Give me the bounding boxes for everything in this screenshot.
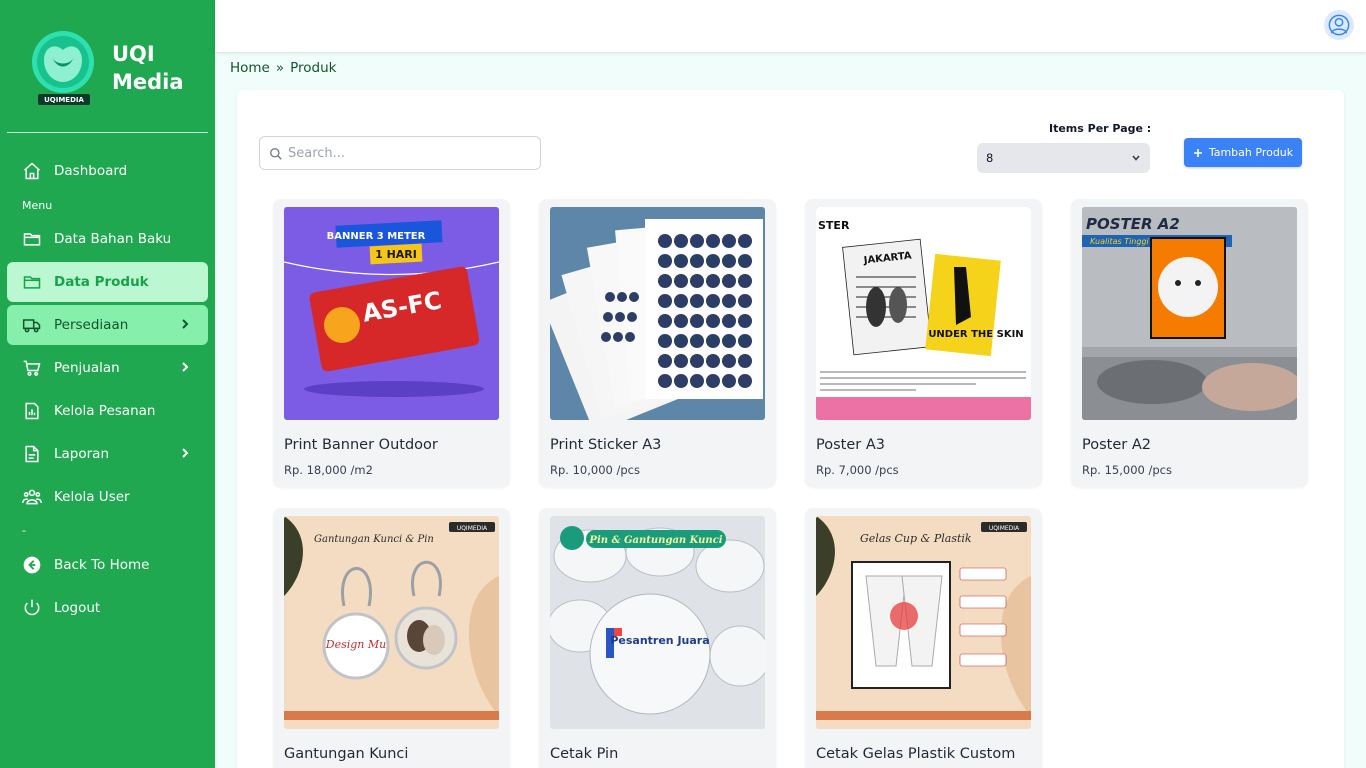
cart-icon (22, 358, 42, 378)
product-card[interactable]: Print Sticker A3 Rp. 10,000 /pcs (539, 199, 776, 487)
topbar (215, 0, 1366, 52)
product-card[interactable]: STER JAKARTA UNDER THE SKIN Poster A3 Rp… (805, 199, 1042, 487)
product-card[interactable]: Gantungan Kunci & Pin UQIMEDIA Design Mu… (273, 508, 510, 768)
breadcrumb-home[interactable]: Home (230, 60, 270, 76)
svg-text:BANNER 3 METER: BANNER 3 METER (327, 231, 426, 242)
users-icon (22, 487, 42, 507)
svg-text:Pesantren Juara: Pesantren Juara (610, 634, 709, 647)
product-card[interactable]: POSTER A2 Kualitas Tinggi - UV Poster A2… (1071, 199, 1308, 487)
breadcrumb-current: Produk (290, 60, 337, 76)
breadcrumb: Home » Produk (230, 60, 337, 76)
svg-text:UQIMEDIA: UQIMEDIA (457, 525, 488, 532)
chevron-right-icon (182, 319, 189, 329)
product-image: BANNER 3 METER 1 HARI AS-FC (284, 207, 499, 420)
product-price: Rp. 18,000 /m2 (284, 463, 373, 477)
chevron-down-icon (1132, 155, 1140, 161)
folder-icon (22, 229, 42, 249)
sidebar-item-persediaan[interactable]: Persediaan (7, 305, 208, 345)
sidebar-item-label: Data Produk (54, 274, 149, 290)
arrow-left-circle-icon (22, 555, 42, 575)
sidebar-item-back-to-home[interactable]: Back To Home (7, 545, 208, 585)
product-price: Rp. 7,000 /pcs (816, 463, 899, 477)
sidebar-item-label: Laporan (54, 446, 110, 462)
product-price: Rp. 10,000 /pcs (550, 463, 640, 477)
home-icon (22, 161, 42, 181)
items-per-page-label: Items Per Page : (1049, 122, 1152, 135)
sidebar-item-label: Data Bahan Baku (54, 231, 172, 247)
power-icon (22, 598, 42, 618)
sidebar: UQIMEDIA UQI Media Dashboard Menu Data B… (0, 0, 215, 768)
sidebar-item-data-produk[interactable]: Data Produk (7, 262, 208, 302)
sidebar-separator: - (22, 524, 26, 537)
sidebar-section-label: Menu (22, 199, 53, 212)
user-avatar[interactable] (1324, 10, 1354, 40)
sidebar-item-kelola-pesanan[interactable]: Kelola Pesanan (7, 391, 208, 431)
sidebar-item-kelola-user[interactable]: Kelola User (7, 477, 208, 517)
breadcrumb-separator: » (275, 60, 285, 76)
plus-icon (1193, 148, 1202, 157)
chevron-right-icon (182, 362, 189, 372)
search-icon (270, 148, 282, 160)
svg-text:1 HARI: 1 HARI (375, 248, 417, 261)
svg-text:Gantungan Kunci & Pin: Gantungan Kunci & Pin (314, 534, 434, 545)
sidebar-item-label: Logout (54, 600, 101, 616)
svg-text:UNDER THE SKIN: UNDER THE SKIN (928, 329, 1023, 340)
svg-text:UQIMEDIA: UQIMEDIA (989, 525, 1020, 532)
user-icon (1328, 14, 1350, 36)
product-image: Gantungan Kunci & Pin UQIMEDIA Design Mu (284, 516, 499, 729)
product-panel: Items Per Page : 8 Tambah Produk BANNER … (237, 90, 1344, 768)
items-per-page-value: 8 (986, 151, 994, 165)
product-card[interactable]: Gelas Cup & Plastik UQIMEDIA Cetak Gelas… (805, 508, 1042, 768)
sidebar-item-logout[interactable]: Logout (7, 588, 208, 628)
sidebar-item-penjualan[interactable]: Penjualan (7, 348, 208, 388)
product-card[interactable]: BANNER 3 METER 1 HARI AS-FC Print Banner… (273, 199, 510, 487)
add-product-label: Tambah Produk (1208, 146, 1294, 159)
brand[interactable]: UQIMEDIA UQI Media (32, 30, 212, 110)
product-image: Pin & Gantungan Kunci Pesantren Juara (550, 516, 765, 729)
truck-icon (22, 315, 42, 335)
search-box[interactable] (259, 136, 541, 170)
chevron-right-icon (182, 448, 189, 458)
sidebar-item-label: Dashboard (54, 163, 128, 179)
product-name: Cetak Pin (550, 746, 619, 762)
product-image: Gelas Cup & Plastik UQIMEDIA (816, 516, 1031, 729)
report-icon (22, 401, 42, 421)
sidebar-item-label: Back To Home (54, 557, 150, 573)
sidebar-item-data-bahan-baku[interactable]: Data Bahan Baku (7, 219, 208, 259)
product-name: Print Sticker A3 (550, 437, 662, 453)
items-per-page-select[interactable]: 8 (977, 143, 1150, 173)
svg-text:Gelas Cup & Plastik: Gelas Cup & Plastik (860, 532, 972, 545)
product-image (550, 207, 765, 420)
product-image: STER JAKARTA UNDER THE SKIN (816, 207, 1031, 420)
svg-text:Design Mu: Design Mu (325, 638, 386, 651)
sidebar-item-label: Kelola User (54, 489, 130, 505)
product-price: Rp. 15,000 /pcs (1082, 463, 1172, 477)
sidebar-item-dashboard[interactable]: Dashboard (7, 151, 208, 191)
svg-text:POSTER A2: POSTER A2 (1086, 215, 1180, 233)
svg-text:Pin & Gantungan Kunci: Pin & Gantungan Kunci (588, 535, 722, 546)
document-icon (22, 444, 42, 464)
product-name: Gantungan Kunci (284, 746, 409, 762)
divider (7, 132, 208, 133)
brand-logo-text: UQIMEDIA (44, 96, 84, 104)
svg-text:STER: STER (818, 219, 850, 232)
search-input[interactable] (288, 145, 528, 161)
sidebar-item-label: Penjualan (54, 360, 120, 376)
add-product-button[interactable]: Tambah Produk (1184, 138, 1302, 167)
brand-logo: UQIMEDIA (32, 30, 96, 106)
product-name: Print Banner Outdoor (284, 437, 438, 453)
brand-name: UQI Media (112, 42, 184, 94)
product-name: Cetak Gelas Plastik Custom (816, 746, 1016, 762)
sidebar-item-laporan[interactable]: Laporan (7, 434, 208, 474)
product-card[interactable]: Pin & Gantungan Kunci Pesantren Juara Ce… (539, 508, 776, 768)
product-name: Poster A2 (1082, 437, 1151, 453)
sidebar-item-label: Persediaan (54, 317, 129, 333)
sidebar-item-label: Kelola Pesanan (54, 403, 156, 419)
folder-icon (22, 272, 42, 292)
product-image: POSTER A2 Kualitas Tinggi - UV (1082, 207, 1297, 420)
product-name: Poster A3 (816, 437, 885, 453)
